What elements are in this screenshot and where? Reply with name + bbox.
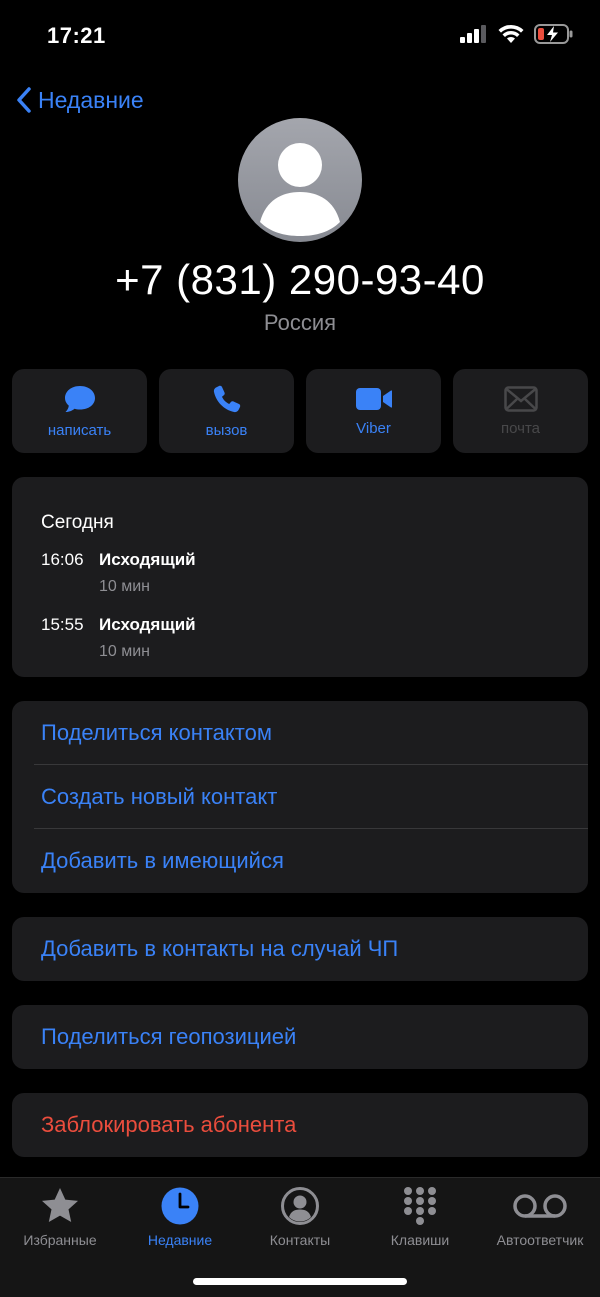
wifi-icon <box>498 24 524 43</box>
tab-favorites[interactable]: Избранные <box>0 1186 120 1248</box>
call-history-card: Сегодня 16:06 Исходящий 10 мин 15:55 Исх… <box>12 477 588 677</box>
voicemail-icon <box>513 1194 567 1218</box>
tab-favorites-label: Избранные <box>23 1232 97 1248</box>
add-to-existing-button[interactable]: Добавить в имеющийся <box>12 829 588 893</box>
cellular-signal-icon <box>460 25 486 43</box>
call-duration: 10 мин <box>99 643 151 660</box>
contact-options-card: Поделиться контактом Создать новый конта… <box>12 701 588 893</box>
emergency-card: Добавить в контакты на случай ЧП <box>12 917 588 981</box>
country-label: Россия <box>263 310 337 335</box>
phone-icon <box>213 385 240 412</box>
block-caller-button[interactable]: Заблокировать абонента <box>12 1093 588 1157</box>
viber-button[interactable]: Viber <box>306 369 441 453</box>
share-contact-button[interactable]: Поделиться контактом <box>12 701 588 765</box>
call-duration: 10 мин <box>99 578 151 595</box>
call-label: вызов <box>205 421 248 439</box>
call-time: 15:55 <box>41 615 84 634</box>
tab-voicemail[interactable]: Автоответчик <box>480 1186 600 1248</box>
call-type: Исходящий <box>99 550 196 569</box>
add-emergency-contact-button[interactable]: Добавить в контакты на случай ЧП <box>12 917 588 981</box>
history-date-title: Сегодня <box>41 512 114 533</box>
call-time: 16:06 <box>41 550 84 569</box>
star-icon <box>42 1188 78 1222</box>
phone-number: +7 (831) 290-93-40 <box>115 256 485 303</box>
create-contact-button[interactable]: Создать новый контакт <box>12 765 588 829</box>
mail-label: почта <box>501 419 540 437</box>
call-button[interactable]: вызов <box>159 369 294 453</box>
tab-recents-label: Недавние <box>147 1232 213 1248</box>
avatar <box>238 118 362 242</box>
tab-contacts[interactable]: Контакты <box>240 1186 360 1248</box>
viber-label: Viber <box>356 419 391 437</box>
person-circle-icon <box>281 1187 319 1225</box>
message-icon <box>64 385 95 412</box>
tab-contacts-label: Контакты <box>269 1232 331 1248</box>
back-label: Недавние <box>38 86 144 113</box>
back-button[interactable]: Недавние <box>16 86 144 114</box>
status-icons <box>460 24 574 44</box>
message-button[interactable]: написать <box>12 369 147 453</box>
keypad-icon <box>404 1187 436 1225</box>
message-label: написать <box>47 421 112 439</box>
block-card: Заблокировать абонента <box>12 1093 588 1157</box>
action-buttons: написать вызов Viber почта <box>12 369 588 453</box>
clock-icon <box>161 1187 199 1225</box>
video-icon <box>355 387 392 410</box>
location-card: Поделиться геопозицией <box>12 1005 588 1069</box>
tab-keypad[interactable]: Клавиши <box>360 1186 480 1248</box>
battery-charging-icon <box>534 24 573 44</box>
status-bar: 17:21 <box>0 0 600 72</box>
mail-icon <box>503 385 538 412</box>
tab-voicemail-label: Автоответчик <box>496 1232 584 1248</box>
tab-keypad-label: Клавиши <box>390 1232 450 1248</box>
tab-recents[interactable]: Недавние <box>120 1186 240 1248</box>
call-type: Исходящий <box>99 615 196 634</box>
person-placeholder-icon <box>260 143 340 236</box>
share-location-button[interactable]: Поделиться геопозицией <box>12 1005 588 1069</box>
chevron-left-icon <box>17 87 31 113</box>
status-time: 17:21 <box>47 23 106 48</box>
mail-button[interactable]: почта <box>453 369 588 453</box>
home-indicator <box>193 1278 407 1285</box>
